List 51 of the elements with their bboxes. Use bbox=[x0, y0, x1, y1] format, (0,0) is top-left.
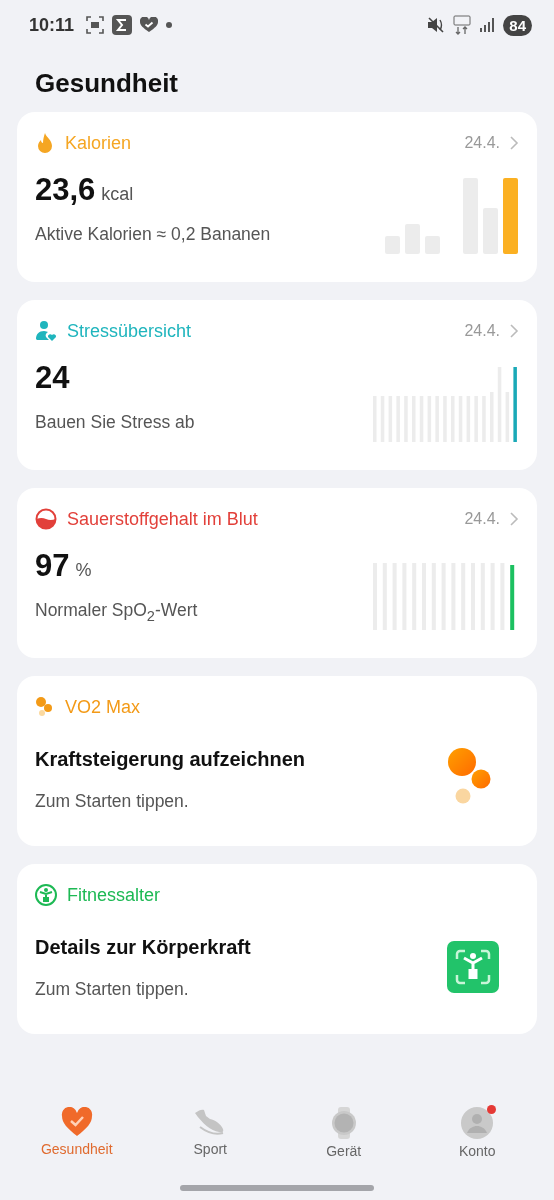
chevron-right-icon bbox=[510, 512, 519, 526]
metric-card[interactable]: Stressübersicht 24.4. 24 Bauen Sie Stress ab bbox=[17, 300, 537, 470]
card-subtitle: Bauen Sie Stress ab bbox=[35, 412, 196, 433]
card-title: Stressübersicht bbox=[67, 320, 192, 342]
unit-label: kcal bbox=[101, 184, 134, 205]
mute-icon bbox=[427, 16, 446, 34]
page-title: Gesundheit bbox=[35, 68, 179, 100]
people-heart-icon bbox=[35, 320, 57, 342]
chevron-right-icon bbox=[510, 324, 519, 338]
battery-level: 84 bbox=[503, 14, 532, 36]
nav-tab[interactable]: Gerät bbox=[277, 1107, 411, 1159]
sigma-icon bbox=[112, 15, 133, 35]
card-subtitle: Normaler SpO$_{2}$-Wert bbox=[35, 600, 199, 624]
dots-icon bbox=[35, 696, 55, 718]
date-label: 24.4. bbox=[464, 510, 500, 528]
half-filled-circle-icon bbox=[35, 508, 57, 530]
flame-icon bbox=[35, 132, 55, 154]
card-title: Sauerstoffgehalt im Blut bbox=[67, 508, 258, 530]
date-label: 24.4. bbox=[464, 134, 500, 152]
notification-dot bbox=[487, 1105, 497, 1114]
metric-value: 24 bbox=[35, 360, 70, 396]
card-heading: Details zur Körperkraft bbox=[35, 936, 252, 959]
signal-icon bbox=[479, 17, 496, 33]
dot-icon bbox=[166, 22, 173, 28]
nav-tab[interactable]: Sport bbox=[143, 1107, 277, 1159]
card-subtitle: Zum Starten tippen. bbox=[35, 791, 190, 812]
prompt-card[interactable]: VO2 Max Kraftsteigerung aufzeichnen Zum Starten tippen. bbox=[17, 676, 537, 846]
metric-card[interactable]: Sauerstoffgehalt im Blut 24.4. 97 % Normaler SpO$_{2}$-Wert bbox=[17, 488, 537, 658]
card-heading: Kraftsteigerung aufzeichnen bbox=[35, 748, 307, 771]
heart-check-icon bbox=[140, 17, 159, 33]
avatar-icon bbox=[461, 1107, 494, 1139]
unit-label: % bbox=[75, 560, 92, 581]
mobile-data-icon bbox=[453, 15, 472, 35]
card-title: VO2 Max bbox=[65, 696, 141, 718]
card-subtitle: Aktive Kalorien ≈ 0,2 Bananen bbox=[35, 224, 272, 245]
metric-value: 23,6 bbox=[35, 172, 96, 208]
body-scan-icon bbox=[447, 941, 499, 993]
prompt-card[interactable]: Fitnessalter Details zur Körperkraft Zum Starten tippen. bbox=[17, 864, 537, 1034]
nav-tab[interactable]: Konto bbox=[410, 1107, 544, 1159]
metric-value: 97 bbox=[35, 548, 70, 584]
card-subtitle: Zum Starten tippen. bbox=[35, 979, 190, 1000]
heart-check-icon bbox=[60, 1107, 93, 1137]
card-title: Fitnessalter bbox=[67, 884, 161, 906]
chevron-right-icon bbox=[510, 136, 519, 150]
screenshot-icon bbox=[86, 16, 105, 34]
person-icon bbox=[35, 884, 57, 906]
card-title: Kalorien bbox=[65, 132, 132, 154]
metric-card[interactable]: Kalorien 24.4. 23,6 kcal Aktive Kalorien ≈ 0,2 Bananen bbox=[17, 112, 537, 282]
clock-time: 10:11 bbox=[29, 14, 75, 36]
date-label: 24.4. bbox=[464, 322, 500, 340]
watch-icon bbox=[330, 1107, 357, 1139]
